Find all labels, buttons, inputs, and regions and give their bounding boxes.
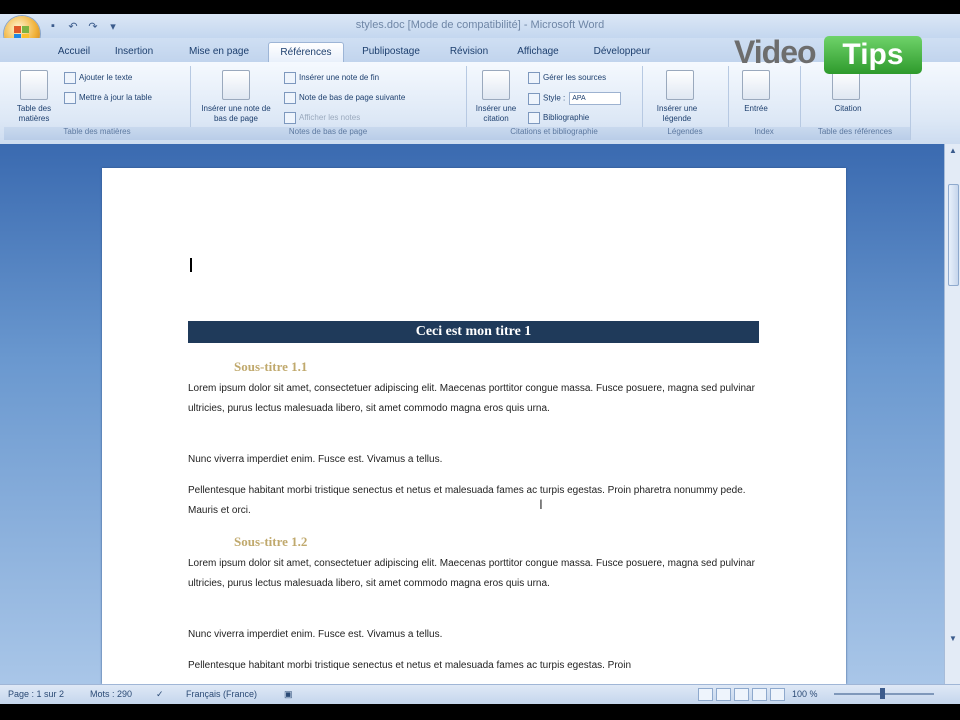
mark-citation-button[interactable]: Citation	[820, 104, 876, 114]
scroll-thumb[interactable]	[948, 184, 959, 286]
add-text-button[interactable]: Ajouter le texte	[64, 72, 132, 84]
bibliography-label: Bibliographie	[543, 113, 590, 123]
vertical-scrollbar[interactable]: ▲ ▼	[944, 144, 960, 684]
paragraph[interactable]: Nunc viverra imperdiet enim. Fusce est. …	[188, 625, 758, 645]
next-footnote-button[interactable]: Note de bas de page suivante	[284, 92, 405, 104]
insert-caption-icon	[666, 70, 694, 100]
zoom-slider-thumb[interactable]	[880, 688, 885, 699]
view-outline-icon[interactable]	[752, 688, 767, 701]
scroll-down-icon[interactable]: ▼	[948, 634, 958, 644]
video-letterbox-bottom	[0, 704, 960, 720]
group-label-index: Index	[728, 127, 800, 140]
mark-entry-button[interactable]: Entrée	[732, 104, 780, 114]
tab-mise-en-page[interactable]: Mise en page	[176, 42, 262, 62]
insert-endnote-label: Insérer une note de fin	[299, 73, 380, 83]
style-selector[interactable]: Style : APA	[528, 92, 622, 105]
view-print-layout-icon[interactable]	[698, 688, 713, 701]
quick-access-toolbar: ▪ ↶ ↷ ▾	[46, 19, 120, 33]
group-table-references: Citation Table des références	[800, 66, 911, 140]
videotips-logo-tips: Tips	[824, 36, 922, 74]
group-notes-bas-de-page: Insérer une note de bas de page Insérer …	[190, 66, 467, 140]
proofing-icon[interactable]: ✓	[156, 689, 164, 700]
paragraph[interactable]: Lorem ipsum dolor sit amet, consectetuer…	[188, 379, 758, 419]
show-notes-label: Afficher les notes	[299, 113, 361, 123]
style-icon	[528, 92, 540, 105]
mouse-ibeam-icon: I	[539, 496, 543, 512]
update-table-button[interactable]: Mettre à jour la table	[64, 92, 152, 104]
bibliography-icon	[528, 112, 540, 124]
table-of-contents-icon	[20, 70, 48, 100]
document-page[interactable]	[102, 168, 846, 684]
tab-publipostage[interactable]: Publipostage	[352, 42, 430, 62]
save-icon[interactable]: ▪	[46, 19, 60, 33]
tab-revision[interactable]: Révision	[444, 42, 494, 62]
insert-citation-button[interactable]: Insérer une citation	[468, 104, 524, 124]
insert-endnote-button[interactable]: Insérer une note de fin	[284, 72, 379, 84]
manage-sources-label: Gérer les sources	[543, 73, 607, 83]
table-of-contents-button[interactable]: Table des matières	[8, 104, 60, 124]
paragraph[interactable]: Pellentesque habitant morbi tristique se…	[188, 481, 758, 521]
page-indicator[interactable]: Page : 1 sur 2	[8, 689, 64, 699]
manage-sources-icon	[528, 72, 540, 84]
next-footnote-icon	[284, 92, 296, 104]
bibliography-button[interactable]: Bibliographie	[528, 112, 589, 124]
tab-insertion[interactable]: Insertion	[106, 42, 162, 62]
group-label-footnotes: Notes de bas de page	[190, 127, 466, 140]
group-legendes: Insérer une légende Légendes	[642, 66, 729, 140]
paragraph[interactable]: Nunc viverra imperdiet enim. Fusce est. …	[188, 450, 758, 470]
group-label-citations: Citations et bibliographie	[466, 127, 642, 140]
endnote-icon	[284, 72, 296, 84]
group-citations: Insérer une citation Gérer les sources S…	[466, 66, 643, 140]
window-title: styles.doc [Mode de compatibilité] - Mic…	[355, 19, 605, 31]
videotips-logo-video: Video	[734, 34, 817, 70]
show-notes-button[interactable]: Afficher les notes	[284, 112, 360, 124]
tab-developpeur[interactable]: Développeur	[582, 42, 662, 62]
view-draft-icon[interactable]	[770, 688, 785, 701]
tab-affichage[interactable]: Affichage	[508, 42, 568, 62]
word-count[interactable]: Mots : 290	[90, 689, 132, 699]
update-icon	[64, 92, 76, 104]
view-web-layout-icon[interactable]	[734, 688, 749, 701]
group-index: Entrée Index	[728, 66, 801, 140]
group-table-des-matieres: Table des matières Ajouter le texte Mett…	[4, 66, 191, 140]
group-label-toc: Table des matières	[4, 127, 190, 140]
show-notes-icon	[284, 112, 296, 124]
mark-citation-icon	[832, 70, 860, 100]
add-text-icon	[64, 72, 76, 84]
macro-record-icon[interactable]: ▣	[284, 689, 293, 700]
insert-citation-icon	[482, 70, 510, 100]
paragraph[interactable]: Lorem ipsum dolor sit amet, consectetuer…	[188, 554, 758, 594]
view-full-screen-icon[interactable]	[716, 688, 731, 701]
insert-footnote-button[interactable]: Insérer une note de bas de page	[194, 104, 278, 124]
tab-accueil[interactable]: Accueil	[50, 42, 98, 62]
next-footnote-label: Note de bas de page suivante	[299, 93, 406, 103]
subtitle-1-2[interactable]: Sous-titre 1.2	[234, 534, 307, 550]
tab-references[interactable]: Références	[268, 42, 344, 64]
group-label-authorities: Table des références	[800, 127, 910, 140]
group-label-captions: Légendes	[642, 127, 728, 140]
style-label: Style :	[543, 93, 566, 103]
paragraph[interactable]: Pellentesque habitant morbi tristique se…	[188, 656, 758, 684]
manage-sources-button[interactable]: Gérer les sources	[528, 72, 606, 84]
add-text-label: Ajouter le texte	[79, 73, 133, 83]
zoom-level[interactable]: 100 %	[792, 689, 818, 699]
undo-icon[interactable]: ↶	[66, 19, 80, 33]
insert-caption-button[interactable]: Insérer une légende	[644, 104, 710, 124]
update-table-label: Mettre à jour la table	[79, 93, 152, 103]
heading-1[interactable]: Ceci est mon titre 1	[188, 321, 759, 343]
redo-icon[interactable]: ↷	[86, 19, 100, 33]
subtitle-1-1[interactable]: Sous-titre 1.1	[234, 359, 307, 375]
mark-entry-icon	[742, 70, 770, 100]
style-dropdown[interactable]: APA	[569, 92, 622, 105]
video-letterbox-top	[0, 0, 960, 14]
dropdown-icon[interactable]: ▾	[106, 19, 120, 33]
language-indicator[interactable]: Français (France)	[186, 689, 257, 699]
footnote-icon	[222, 70, 250, 100]
scroll-up-icon[interactable]: ▲	[948, 146, 958, 156]
text-cursor	[190, 258, 192, 272]
